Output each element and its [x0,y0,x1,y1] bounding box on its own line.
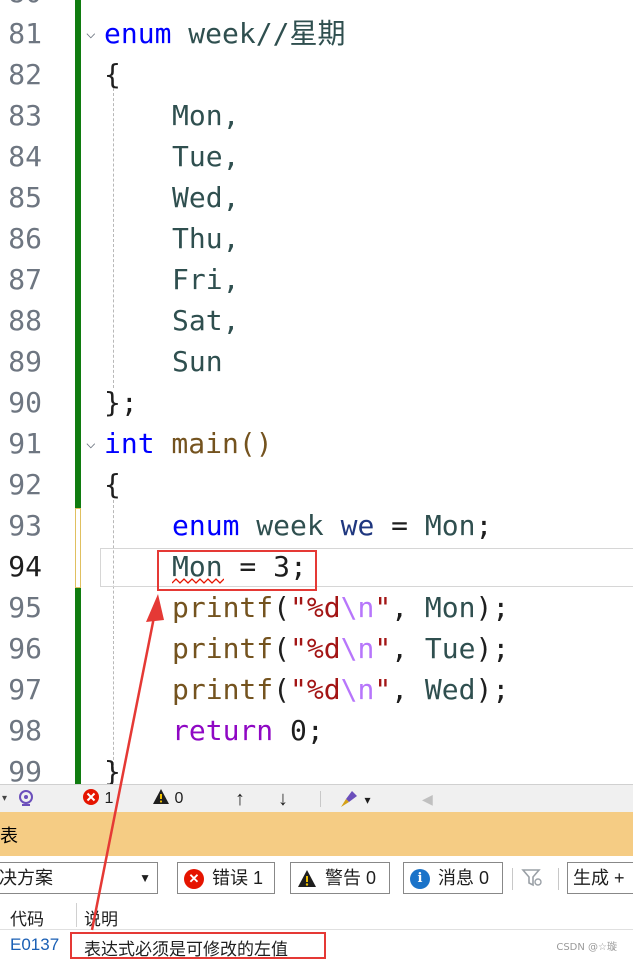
code-text: Mon, [172,99,240,132]
code-line: 82 { [0,54,633,95]
arrow-down-icon[interactable]: ↓ [278,785,288,813]
error-code[interactable]: E0137 [10,935,59,955]
error-icon [83,789,99,805]
intellicode-icon[interactable] [16,785,38,813]
code-text: Tue, [172,140,240,173]
code-line: 89 Sun [0,341,633,382]
line-number: 94 [8,550,42,583]
column-header-description[interactable]: 说明 [84,905,118,930]
code-text: enum week//星期 [104,17,346,50]
line-number: 86 [8,222,42,255]
code-line: 84 Tue, [0,136,633,177]
panel-title: 表 [0,826,18,846]
code-line: 97 printf("%d\n", Wed); [0,669,633,710]
line-number: 90 [8,386,42,419]
code-line: 87 Fri, [0,259,633,300]
code-text: Sun [172,345,223,378]
code-text: }; [104,386,138,419]
separator [512,868,513,890]
line-number: 95 [8,591,42,624]
line-number: 82 [8,58,42,91]
code-text: { [104,58,121,91]
error-list-toolbar: 决方案 ▼ ✕ 错误 1 警告 0 i 消息 0 生成 + [0,856,633,900]
code-line: 98 return 0; [0,710,633,751]
separator [320,791,321,807]
build-source-dropdown[interactable]: 生成 + [567,862,633,894]
warning-count[interactable]: 0 [152,785,183,813]
collapse-chevron-icon[interactable]: ⌵ [86,25,100,41]
line-number: 92 [8,468,42,501]
line-number: 91 [8,427,42,460]
code-text: printf("%d\n", Tue); [172,632,510,665]
messages-filter-button[interactable]: i 消息 0 [403,862,503,894]
code-text: { [104,468,121,501]
scope-dropdown[interactable]: 决方案 ▼ [0,862,158,894]
line-number: 93 [8,509,42,542]
line-number: 98 [8,714,42,747]
code-text: Wed, [172,181,240,214]
warning-icon [153,789,169,804]
line-number: 99 [8,755,42,784]
collapse-chevron-icon[interactable]: ⌵ [86,435,100,451]
code-line: 80 [0,0,633,13]
error-count[interactable]: 1 [82,785,113,813]
separator [558,868,559,890]
line-number: 88 [8,304,42,337]
errors-filter-button[interactable]: ✕ 错误 1 [177,862,275,894]
warning-icon [297,869,317,889]
error-list-title-bar: 表 [0,812,633,856]
arrow-up-icon[interactable]: ↑ [235,785,245,813]
code-text: Thu, [172,222,240,255]
code-text: printf("%d\n", Mon); [172,591,510,624]
column-divider[interactable] [76,903,77,927]
line-number: 87 [8,263,42,296]
chevron-down-icon: ▼ [139,871,151,885]
code-text: printf("%d\n", Wed); [172,673,510,706]
line-number: 83 [8,99,42,132]
error-list-header: 代码 说明 [0,900,633,930]
filter-icon[interactable] [520,866,544,895]
scroll-left-icon[interactable]: ◀ [422,785,433,813]
dropdown-arrow-icon[interactable]: ▾ [2,785,7,813]
code-line: 96 printf("%d\n", Tue); [0,628,633,669]
line-number: 80 [0,0,42,13]
column-header-code[interactable]: 代码 [10,905,44,930]
editor-status-bar: ▾ 1 0 ↑ ↓ ▾ ◀ [0,784,633,812]
annotation-highlight-box [70,932,326,959]
cleanup-brush-icon[interactable]: ▾ [338,785,370,813]
code-text: return 0; [172,714,324,747]
code-line: 88 Sat, [0,300,633,341]
code-text: Sat, [172,304,240,337]
line-number: 97 [8,673,42,706]
line-number: 96 [8,632,42,665]
line-number: 84 [8,140,42,173]
line-number: 89 [8,345,42,378]
code-editor[interactable]: 80 81 ⌵ enum week//星期 82 { 83 Mon, 84 Tu… [0,0,633,784]
code-line: 83 Mon, [0,95,633,136]
code-text: Fri, [172,263,240,296]
line-number: 85 [8,181,42,214]
code-text: enum week we = Mon; [172,509,493,542]
code-line: 93 enum week we = Mon; [0,505,633,546]
code-line: 99 } [0,751,633,784]
code-line: 95 printf("%d\n", Mon); [0,587,633,628]
code-line: 91 ⌵ int main() [0,423,633,464]
info-icon: i [410,869,430,889]
code-line: 92 { [0,464,633,505]
line-number: 81 [8,17,42,50]
code-line: 85 Wed, [0,177,633,218]
warnings-filter-button[interactable]: 警告 0 [290,862,390,894]
annotation-highlight-box [157,550,317,591]
code-text: int main() [104,427,273,460]
error-icon: ✕ [184,869,204,889]
code-line: 81 ⌵ enum week//星期 [0,13,633,54]
error-row[interactable]: E0137 表达式必须是可修改的左值 CSDN @☆璇 [0,930,633,960]
code-line: 86 Thu, [0,218,633,259]
code-line: 90 }; [0,382,633,423]
code-text: } [104,755,121,784]
watermark: CSDN @☆璇 [556,942,617,953]
